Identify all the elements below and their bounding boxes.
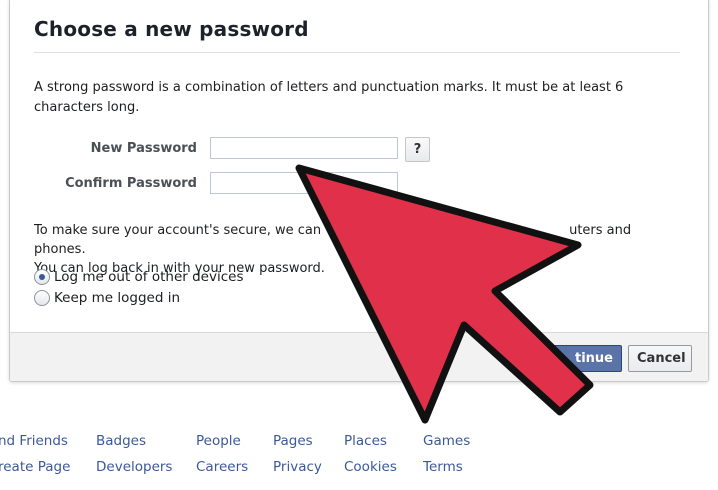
footer-link-create-page[interactable]: reate Page — [0, 459, 70, 475]
footer-link-developers[interactable]: Developers — [96, 459, 172, 475]
radio-label-log-out: Log me out of other devices — [54, 269, 244, 285]
footer-link-people[interactable]: People — [196, 433, 241, 449]
footer-link-privacy[interactable]: Privacy — [273, 459, 322, 475]
confirm-password-input[interactable] — [210, 172, 398, 194]
footer-link-friends[interactable]: nd Friends — [0, 433, 68, 449]
radio-label-keep-logged-in: Keep me logged in — [54, 290, 181, 306]
radio-unchecked-icon[interactable] — [34, 290, 50, 306]
radio-keep-logged-in[interactable]: Keep me logged in — [34, 290, 180, 306]
footer-link-careers[interactable]: Careers — [196, 459, 248, 475]
secure-message-start: To make sure your account's secure, we c… — [34, 223, 322, 238]
new-password-label: New Password — [90, 141, 197, 156]
secure-message-line-1: To make sure your account's secure, we c… — [34, 221, 684, 259]
new-password-input[interactable] — [210, 137, 398, 159]
password-help-button[interactable]: ? — [405, 137, 430, 162]
footer-link-cookies[interactable]: Cookies — [344, 459, 397, 475]
continue-button[interactable]: tinue — [548, 345, 622, 372]
cancel-button[interactable]: Cancel — [628, 345, 692, 372]
radio-log-out-other-devices[interactable]: Log me out of other devices — [34, 269, 244, 285]
footer-link-pages[interactable]: Pages — [273, 433, 313, 449]
radio-checked-icon[interactable] — [34, 269, 50, 285]
footer-link-games[interactable]: Games — [423, 433, 470, 449]
dialog-title: Choose a new password — [34, 17, 309, 41]
password-dialog: Choose a new password A strong password … — [9, 0, 709, 382]
password-info-text: A strong password is a combination of le… — [34, 80, 624, 115]
title-divider — [34, 52, 680, 53]
footer-link-terms[interactable]: Terms — [423, 459, 463, 475]
confirm-password-label: Confirm Password — [65, 176, 197, 191]
footer-link-badges[interactable]: Badges — [96, 433, 146, 449]
footer-link-places[interactable]: Places — [344, 433, 387, 449]
footer-links: nd Friends Badges People Pages Places Ga… — [0, 433, 718, 483]
